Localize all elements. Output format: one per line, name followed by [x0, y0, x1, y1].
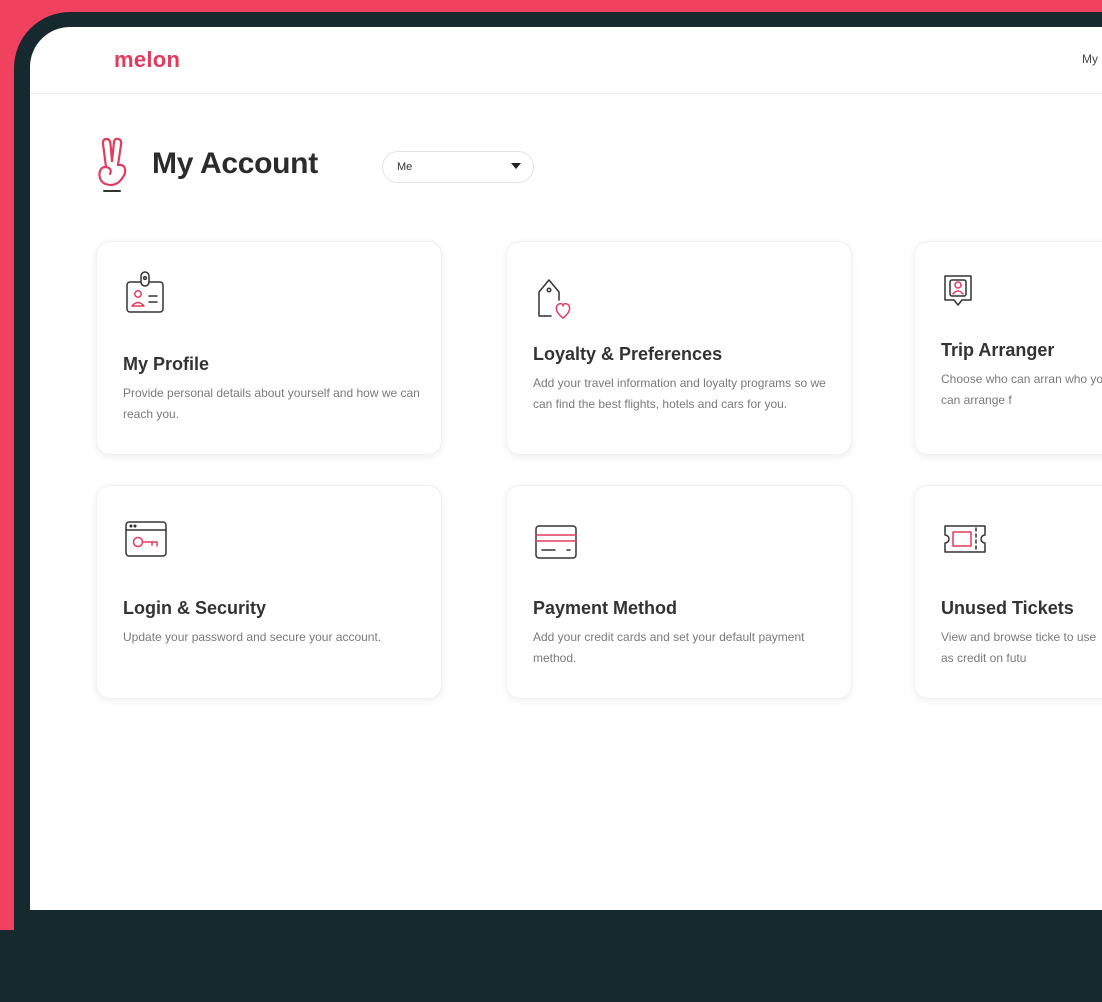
peace-hand-icon	[98, 137, 127, 192]
page-title: My Account	[152, 147, 318, 180]
card-title: Loyalty & Preferences	[533, 344, 723, 364]
nav-my-account-link[interactable]: My	[1082, 52, 1098, 66]
card-unused-tickets[interactable]: Unused Tickets View and browse ticke to …	[914, 485, 1102, 699]
person-frame-icon	[944, 275, 972, 306]
brand-logo[interactable]: melon	[114, 47, 180, 73]
account-selector-value: Me	[397, 161, 413, 173]
card-title: Login & Security	[123, 598, 267, 618]
card-description: Provide personal details about yourself …	[123, 386, 420, 421]
card-my-profile[interactable]: My Profile Provide personal details abou…	[96, 241, 442, 455]
card-payment-method[interactable]: Payment Method Add your credit cards and…	[506, 485, 852, 699]
chevron-down-icon	[511, 163, 521, 169]
browser-key-icon	[125, 521, 167, 557]
id-badge-icon	[126, 271, 164, 313]
card-login-security[interactable]: Login & Security Update your password an…	[96, 485, 442, 699]
card-title: My Profile	[123, 354, 210, 374]
credit-card-icon	[535, 525, 577, 559]
top-header: melon My	[30, 27, 1102, 94]
card-description: Choose who can arran who you can arrange…	[941, 372, 1102, 407]
card-description: Update your password and secure your acc…	[123, 630, 382, 644]
card-loyalty-preferences[interactable]: Loyalty & Preferences Add your travel in…	[506, 241, 852, 455]
card-title: Unused Tickets	[941, 598, 1074, 618]
card-title: Trip Arranger	[941, 340, 1055, 360]
card-description: View and browse ticke to use as credit o…	[941, 630, 1097, 665]
account-selector-dropdown[interactable]: Me	[382, 151, 534, 183]
card-description: Add your travel information and loyalty …	[533, 376, 826, 411]
card-trip-arranger[interactable]: Trip Arranger Choose who can arran who y…	[914, 241, 1102, 455]
app-screen: melon My My Account Me My Profile Provid…	[30, 27, 1102, 910]
ticket-icon	[944, 525, 986, 553]
card-description: Add your credit cards and set your defau…	[533, 630, 805, 665]
tag-heart-icon	[538, 279, 571, 319]
card-title: Payment Method	[533, 598, 678, 618]
